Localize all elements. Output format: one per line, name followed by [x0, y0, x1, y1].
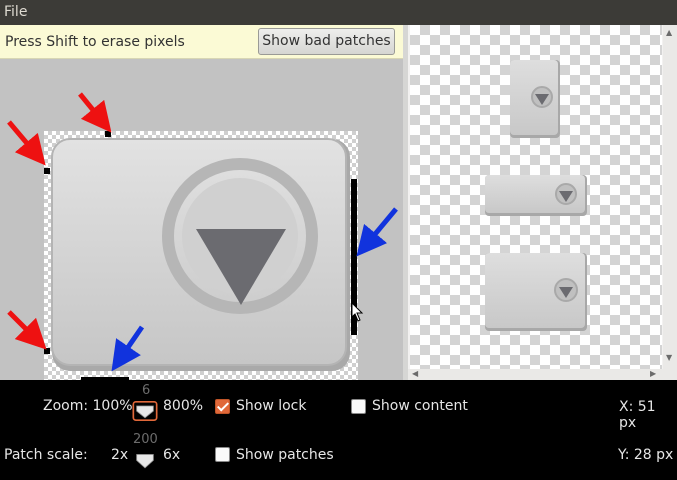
preview-vscrollbar[interactable]: ▲ ▼ [663, 25, 677, 369]
show-bad-patches-button[interactable]: Show bad patches [258, 28, 395, 55]
patch-scale-min-label: 2x [111, 447, 129, 463]
red-arrow-top [78, 92, 112, 133]
patch-mark-top[interactable] [105, 131, 111, 137]
show-lock-label[interactable]: Show lock [236, 398, 307, 414]
preview-pane: ▲ ▼ ◀ ▶ [408, 25, 677, 380]
x-coordinate-readout: X: 51 px [619, 399, 656, 431]
show-content-label[interactable]: Show content [372, 398, 468, 414]
preview-wide [485, 175, 587, 216]
preview-hscrollbar[interactable]: ◀ ▶ [408, 369, 677, 380]
zoom-value: 6 [142, 383, 151, 398]
red-arrow-left-top [7, 120, 46, 166]
controls-panel: Zoom: 100% 6 800% Show lock Show content… [0, 380, 677, 480]
preview-images [485, 60, 587, 331]
zoom-slider-thumb[interactable] [130, 401, 160, 421]
patch-scale-label: Patch scale: [4, 447, 88, 463]
hint-text: Press Shift to erase pixels [5, 34, 185, 50]
preview-tall [510, 60, 560, 138]
patch-scale-max-label: 6x [163, 447, 181, 463]
show-lock-checkbox[interactable] [215, 399, 230, 414]
scroll-left-icon[interactable]: ◀ [412, 370, 418, 378]
show-patches-checkbox[interactable] [215, 447, 230, 462]
scroll-down-icon[interactable]: ▼ [666, 354, 672, 362]
patch-mark-left-top[interactable] [44, 168, 50, 174]
scroll-up-icon[interactable]: ▲ [666, 29, 672, 37]
patch-scale-value: 200 [133, 432, 158, 447]
nine-patch-editor[interactable]: Press Shift to erase pixels Show bad pat… [0, 25, 403, 380]
menu-file[interactable]: File [4, 4, 27, 20]
zoom-label: Zoom: 100% [43, 398, 133, 414]
editor-canvas[interactable] [0, 59, 403, 380]
show-content-checkbox[interactable] [351, 399, 366, 414]
patch-scale-slider-thumb[interactable] [130, 452, 160, 472]
menubar: File [0, 0, 677, 25]
scroll-right-icon[interactable]: ▶ [650, 370, 656, 378]
y-coordinate-readout: Y: 28 px [618, 447, 674, 463]
preview-large [485, 253, 587, 331]
patch-mark-left-bottom[interactable] [44, 348, 50, 354]
zoom-max-label: 800% [163, 398, 204, 414]
preview-canvas [410, 25, 662, 369]
show-patches-label[interactable]: Show patches [236, 447, 334, 463]
red-arrow-left-bottom [7, 310, 47, 350]
hint-bar: Press Shift to erase pixels Show bad pat… [0, 25, 403, 59]
blue-arrow-right [356, 207, 398, 257]
